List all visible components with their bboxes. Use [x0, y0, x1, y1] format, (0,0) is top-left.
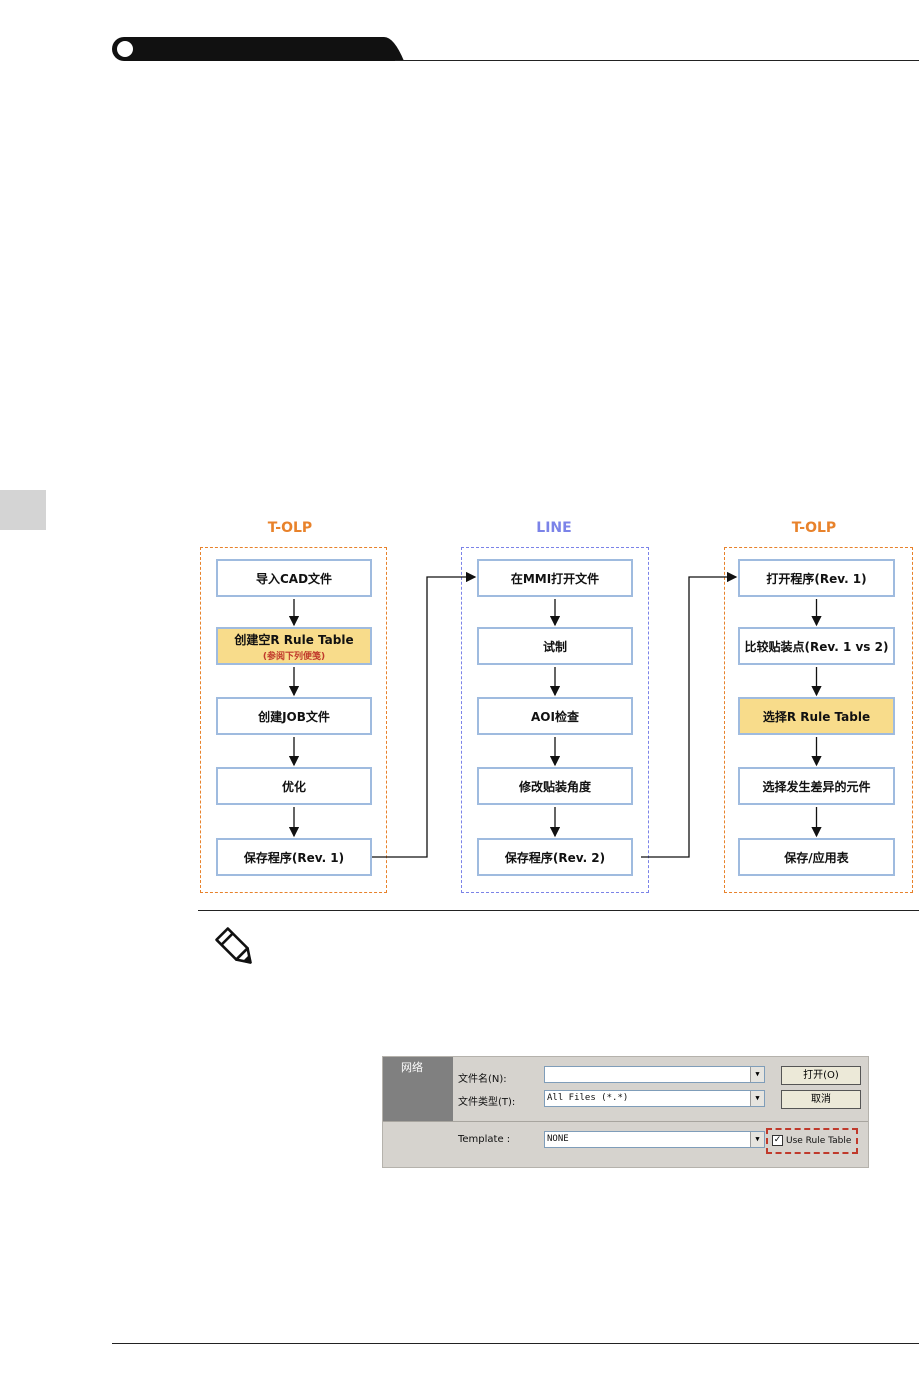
flow-step-label: 试制 — [542, 639, 567, 654]
flow-step-label: 优化 — [281, 779, 306, 794]
flow-step: 修改贴装角度 — [477, 767, 633, 805]
flow-step-label: 比较贴装点(Rev. 1 vs 2) — [744, 639, 889, 654]
places-bar[interactable]: 网络 — [383, 1057, 453, 1121]
open-button[interactable]: 打开(O) — [781, 1066, 861, 1085]
flow-step-label: AOI检查 — [531, 709, 579, 724]
flow-arrow — [372, 571, 477, 858]
check-icon: ✓ — [773, 1135, 782, 1145]
chevron-down-icon[interactable]: ▼ — [750, 1132, 764, 1147]
use-rule-table-highlight: ✓ Use Rule Table — [766, 1128, 858, 1154]
flow-step: 保存/应用表 — [738, 838, 895, 876]
pencil-note-icon — [215, 927, 252, 964]
flow-step-label: 修改贴装角度 — [518, 779, 591, 794]
workflow-diagram: T-OLP LINE T-OLP 导入CAD文件 创建空R Rule Table(… — [0, 0, 919, 910]
filetype-select[interactable]: All Files (*.*) ▼ — [544, 1090, 765, 1107]
flow-step-label: 保存程序(Rev. 2) — [504, 850, 606, 865]
flow-step-label: 导入CAD文件 — [255, 571, 333, 586]
filename-label: 文件名(N): — [458, 1074, 507, 1085]
filetype-label: 文件类型(T): — [458, 1097, 516, 1108]
flow-step-label: 创建空R Rule Table — [234, 632, 354, 647]
flow-step-label: 选择R Rule Table — [762, 709, 871, 724]
chevron-down-icon[interactable]: ▼ — [750, 1091, 764, 1106]
flow-step: 试制 — [477, 627, 633, 665]
flow-step: 保存程序(Rev. 2) — [477, 838, 633, 876]
note-separator — [198, 910, 919, 911]
places-network-label: 网络 — [401, 1061, 423, 1074]
template-select[interactable]: NONE ▼ — [544, 1131, 765, 1148]
flow-step-label: 在MMI打开文件 — [510, 571, 600, 586]
flow-step: 创建空R Rule Table (参阅下列便笺) — [216, 627, 372, 665]
file-open-dialog: 网络 文件名(N): ▼ 文件类型(T): All Files (*.*) ▼ … — [382, 1056, 869, 1168]
flow-arrow — [641, 571, 738, 858]
flow-step-label: 选择发生差异的元件 — [762, 779, 871, 794]
cancel-button[interactable]: 取消 — [781, 1090, 861, 1109]
flow-step: 导入CAD文件 — [216, 559, 372, 597]
flow-step: 创建JOB文件 — [216, 697, 372, 735]
flow-step: 选择发生差异的元件 — [738, 767, 895, 805]
dialog-divider — [383, 1121, 868, 1122]
flow-step: 在MMI打开文件 — [477, 559, 633, 597]
flow-step-label: 打开程序(Rev. 1) — [766, 571, 867, 586]
flow-step-label: 创建JOB文件 — [258, 709, 330, 724]
chevron-down-icon[interactable]: ▼ — [750, 1067, 764, 1082]
template-label: Template : — [458, 1134, 511, 1145]
flow-step: AOI检查 — [477, 697, 633, 735]
flow-step: 打开程序(Rev. 1) — [738, 559, 895, 597]
flow-step: 选择R Rule Table — [738, 697, 895, 735]
flow-step: 优化 — [216, 767, 372, 805]
flow-step-label: 保存程序(Rev. 1) — [243, 850, 345, 865]
flow-step-label: 保存/应用表 — [784, 850, 849, 865]
flow-step-note: (参阅下列便笺) — [262, 651, 326, 662]
use-rule-table-checkbox[interactable]: ✓ — [772, 1135, 783, 1146]
flow-step: 比较贴装点(Rev. 1 vs 2) — [738, 627, 895, 665]
footer-rule — [112, 1343, 919, 1344]
flow-step: 保存程序(Rev. 1) — [216, 838, 372, 876]
use-rule-table-label: Use Rule Table — [786, 1136, 852, 1146]
filename-input[interactable]: ▼ — [544, 1066, 765, 1083]
